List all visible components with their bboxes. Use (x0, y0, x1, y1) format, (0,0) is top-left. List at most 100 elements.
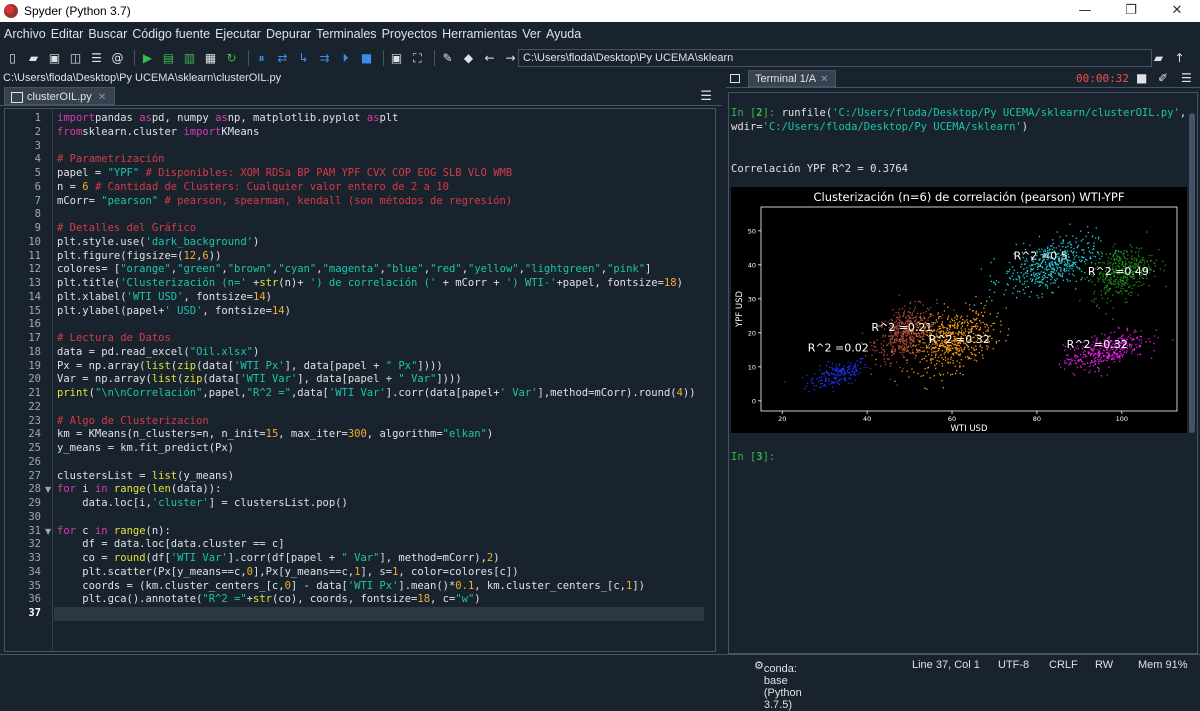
code-token: 'WTI Px' (347, 579, 399, 592)
console-input-3[interactable]: In [3]: (731, 451, 775, 463)
console-input-2-cont: wdir='C:/Users/floda/Desktop/Py UCEMA/sk… (731, 121, 1029, 133)
menu-item-1[interactable]: Editar (51, 27, 84, 41)
menu-item-7[interactable]: Proyectos (382, 27, 438, 41)
scatter-point-cyan (1075, 261, 1077, 263)
scatter-point-cyan (1038, 273, 1041, 275)
back-arrow-icon[interactable]: ← (481, 50, 498, 67)
rerun-icon[interactable]: ↻ (223, 50, 240, 67)
fold-toggle-icon[interactable]: ▼ (45, 485, 51, 494)
code-line: # Lectura de Datos (57, 332, 171, 344)
step-return-icon[interactable]: ⇉ (316, 50, 333, 67)
scatter-point-magenta (1172, 339, 1174, 341)
menu-item-8[interactable]: Herramientas (442, 27, 517, 41)
menu-item-6[interactable]: Terminales (316, 27, 376, 41)
r2-annotation: R^2 =0.32 (1067, 338, 1128, 351)
at-icon[interactable]: @ (109, 50, 126, 67)
scatter-point-blue (838, 379, 840, 381)
scatter-point-brown (905, 339, 907, 341)
debug-icon[interactable]: ⏸ (253, 50, 270, 67)
scatter-point-brown (903, 310, 906, 312)
maximize-icon[interactable]: ❐ (1108, 0, 1154, 22)
scatter-point-cyan (993, 291, 996, 293)
scatter-point-cyan (1021, 263, 1023, 265)
menu-item-9[interactable]: Ver (522, 27, 541, 41)
run-cell-advance-icon[interactable]: ▥ (181, 50, 198, 67)
scatter-point-orange (947, 372, 949, 374)
scatter-point-green (1098, 307, 1100, 309)
console-tab-terminal[interactable]: Terminal 1/A ✕ (748, 70, 836, 87)
clear-console-icon[interactable]: ✐ (1158, 71, 1168, 85)
line-number: 4 (34, 153, 41, 166)
scatter-point-brown (892, 341, 895, 344)
run-selection-icon[interactable]: ▦ (202, 50, 219, 67)
scatter-point-orange (947, 349, 949, 351)
new-file-icon[interactable]: ▯ (4, 50, 21, 67)
line-number: 37 (28, 607, 41, 619)
scatter-point-green (1139, 260, 1142, 262)
close-console-tab-icon[interactable]: ✕ (820, 74, 828, 85)
stop-kernel-icon[interactable]: ■ (1136, 71, 1147, 85)
menu-item-3[interactable]: Código fuente (132, 27, 210, 41)
scatter-point-green (1114, 262, 1116, 264)
save-all-icon[interactable]: ◫ (67, 50, 84, 67)
scatter-point-green (1128, 286, 1130, 288)
menu-item-5[interactable]: Depurar (266, 27, 311, 41)
run-cell-icon[interactable]: ▤ (160, 50, 177, 67)
list-icon[interactable]: ☰ (88, 50, 105, 67)
parent-directory-icon[interactable]: ↑ (1171, 49, 1188, 66)
console-menu-icon[interactable]: ☰ (1181, 71, 1192, 85)
scatter-point-orange (979, 320, 981, 322)
scatter-point-magenta (1110, 332, 1112, 334)
editor-tab-clusteroil[interactable]: clusterOIL.py ✕ (4, 87, 116, 105)
scatter-point-cyan (1016, 272, 1019, 274)
scatter-point-blue (849, 374, 852, 376)
save-icon[interactable]: ▣ (46, 50, 63, 67)
scatter-point-cyan (1040, 271, 1043, 273)
scatter-point-brown (874, 350, 876, 352)
scatter-point-orange (972, 347, 975, 349)
close-icon[interactable]: ✕ (1154, 0, 1200, 22)
scatter-point-brown (937, 313, 939, 316)
maximize-pane-icon[interactable]: ▣ (388, 50, 405, 67)
code-token: in (94, 483, 108, 496)
step-icon[interactable]: ⇄ (274, 50, 291, 67)
forward-arrow-icon[interactable]: → (502, 50, 519, 67)
code-editor[interactable]: 1 2 3 4 5 6 7 8 9 10 11 12 13 14 15 16 17 18 19 20 21 22 23 24 2… (4, 108, 716, 652)
working-directory-input[interactable]: C:\Users\floda\Desktop\Py UCEMA\sklearn (518, 49, 1152, 67)
fold-toggle-icon[interactable]: ▼ (45, 527, 51, 536)
console-options-icon[interactable] (730, 74, 740, 83)
menu-item-4[interactable]: Ejecutar (215, 27, 261, 41)
fullscreen-icon[interactable]: ⛶ (409, 50, 426, 67)
scatter-point-green (1117, 292, 1120, 295)
line-number: 14 (28, 290, 41, 303)
ipython-console[interactable]: In [2]: runfile('C:/Users/floda/Desktop/… (728, 92, 1198, 654)
preferences-wrench-icon[interactable]: ✎ (439, 50, 456, 67)
menu-item-10[interactable]: Ayuda (546, 27, 581, 41)
scatter-point-brown (916, 315, 918, 317)
close-tab-icon[interactable]: ✕ (98, 92, 106, 103)
minimize-icon[interactable]: — (1062, 0, 1108, 22)
editor-options-icon[interactable]: ☰ (700, 89, 712, 104)
pane-splitter[interactable] (722, 70, 726, 654)
code-token: len (151, 483, 171, 496)
scatter-point-cyan (1042, 267, 1044, 269)
continue-icon[interactable]: ⏵ (337, 50, 354, 67)
python-path-icon[interactable]: ◆ (460, 50, 477, 67)
scatter-point-magenta (1080, 365, 1082, 367)
console-scrollbar[interactable] (1188, 95, 1196, 650)
console-scrollbar-thumb[interactable] (1189, 113, 1195, 433)
line-number: 29 (28, 497, 41, 509)
scatter-point-cyan (1036, 281, 1039, 283)
menu-item-2[interactable]: Buscar (88, 27, 127, 41)
scatter-point-green (1131, 255, 1133, 257)
stop-debug-icon[interactable]: ■ (358, 50, 375, 67)
menu-item-0[interactable]: Archivo (4, 27, 46, 41)
scatter-point-green (1124, 301, 1126, 304)
step-into-icon[interactable]: ↳ (295, 50, 312, 67)
scatter-point-brown (920, 313, 922, 315)
browse-folder-icon[interactable]: ▰ (1150, 49, 1167, 66)
scatter-point-green (1109, 280, 1111, 282)
run-icon[interactable]: ▶ (139, 50, 156, 67)
scatter-point-brown (894, 340, 896, 342)
open-file-icon[interactable]: ▰ (25, 50, 42, 67)
